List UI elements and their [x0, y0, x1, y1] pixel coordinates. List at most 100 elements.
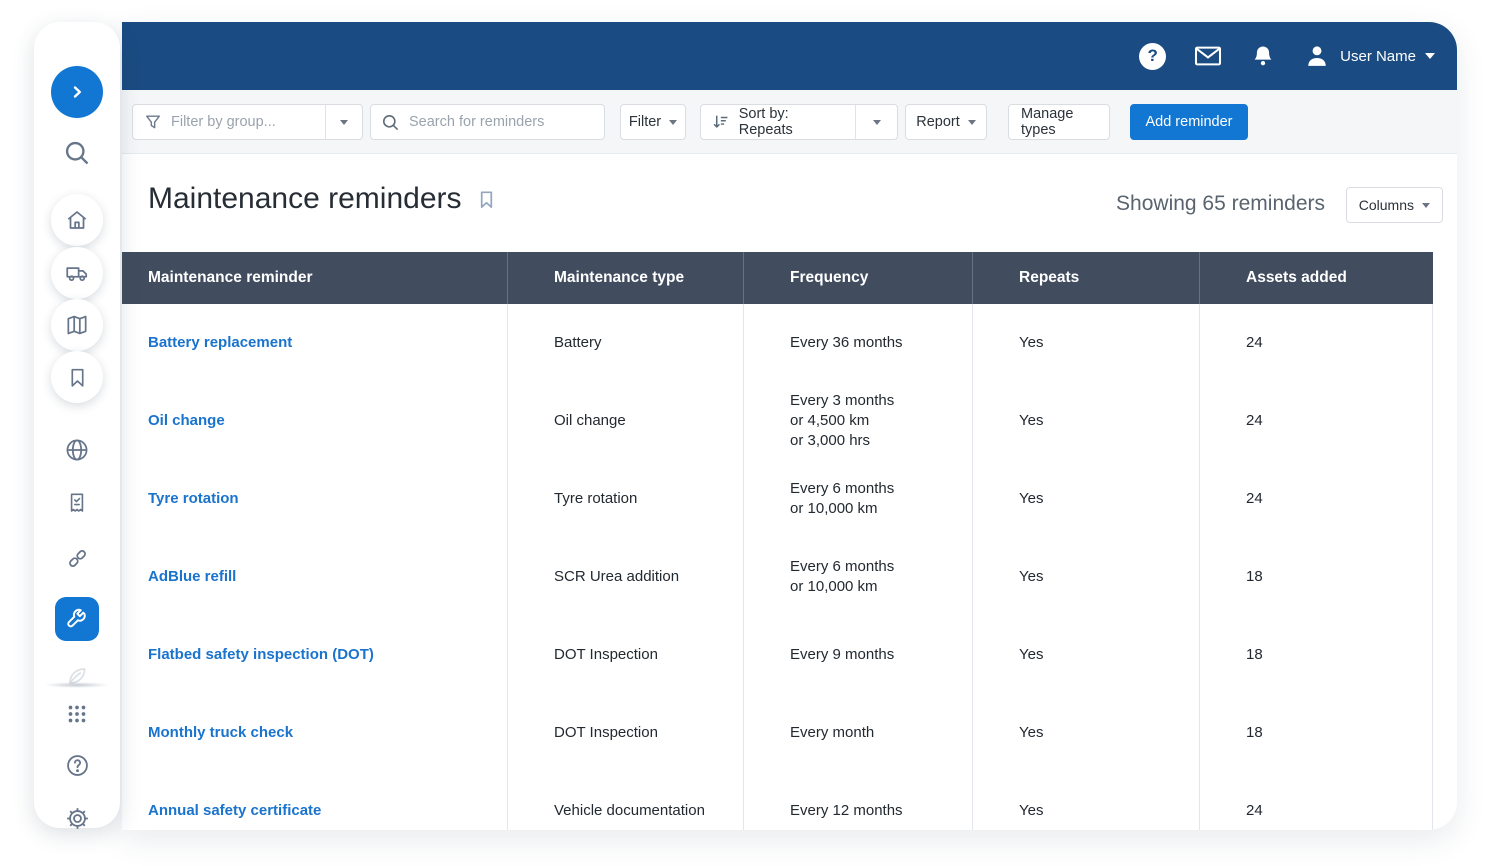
- table-cell: Every 6 months or 10,000 km: [743, 538, 972, 616]
- app-window: ? User Name Filter by group... Search fo…: [122, 22, 1457, 830]
- table-cell: Yes: [972, 772, 1199, 830]
- table-cell: DOT Inspection: [507, 694, 743, 772]
- sort-by-caret[interactable]: [855, 105, 897, 139]
- add-reminder-label: Add reminder: [1145, 114, 1233, 130]
- chevron-down-icon: [1422, 202, 1430, 208]
- repeats-value: Yes: [1019, 412, 1044, 429]
- table-cell: Oil change: [122, 382, 507, 460]
- table-cell: Flatbed safety inspection (DOT): [122, 616, 507, 694]
- filter-by-group-caret[interactable]: [325, 105, 362, 139]
- table-cell: Annual safety certificate: [122, 772, 507, 830]
- repeats-value: Yes: [1019, 490, 1044, 507]
- maintenance-type-value: SCR Urea addition: [554, 568, 680, 585]
- user-name-label: User Name: [1340, 47, 1416, 65]
- manage-types-button[interactable]: Manage types: [1008, 104, 1110, 140]
- frequency-line: or 10,000 km: [790, 578, 878, 595]
- table-cell: Tyre rotation: [507, 460, 743, 538]
- table-row: AdBlue refill SCR Urea addition Every 6 mo…: [122, 538, 1433, 616]
- filter-button-label: Filter: [628, 114, 662, 130]
- column-header[interactable]: Assets added: [1199, 252, 1433, 304]
- frequency-line: Every 9 months: [790, 646, 895, 663]
- assets-added-value: 24: [1246, 334, 1263, 351]
- table-cell: SCR Urea addition: [507, 538, 743, 616]
- bell-icon[interactable]: [1250, 43, 1276, 69]
- table-cell: Every month: [743, 694, 972, 772]
- report-doc-icon[interactable]: [57, 483, 97, 523]
- sort-by-button[interactable]: Sort by: Repeats: [700, 104, 898, 140]
- apps-grid-icon[interactable]: [57, 694, 97, 734]
- bookmark-icon[interactable]: [475, 188, 498, 211]
- repeats-value: Yes: [1019, 802, 1044, 819]
- table-cell: Yes: [972, 538, 1199, 616]
- left-nav-rail: [34, 22, 120, 829]
- repeats-value: Yes: [1019, 646, 1044, 663]
- search-icon: [382, 114, 399, 130]
- map-icon[interactable]: [51, 299, 103, 351]
- column-header[interactable]: Frequency: [743, 252, 972, 304]
- table-cell: 24: [1199, 460, 1433, 538]
- chevron-down-icon: [669, 119, 678, 125]
- table-row: Monthly truck check DOT Inspection Every m…: [122, 694, 1433, 772]
- user-menu[interactable]: User Name: [1303, 42, 1435, 70]
- user-avatar-icon: [1303, 42, 1331, 70]
- table-cell: Battery: [507, 304, 743, 382]
- reminder-name-link[interactable]: AdBlue refill: [148, 567, 507, 587]
- chevron-down-icon: [340, 119, 349, 125]
- reminder-name-link[interactable]: Oil change: [148, 411, 507, 431]
- reminder-name-link[interactable]: Annual safety certificate: [148, 801, 507, 821]
- settings-gear-icon[interactable]: [57, 798, 97, 838]
- report-button-label: Report: [916, 114, 960, 130]
- wrench-icon[interactable]: [55, 597, 99, 641]
- sort-icon: [713, 115, 728, 128]
- table-row: Battery replacement Battery Every 36 month…: [122, 304, 1433, 382]
- leaf-icon[interactable]: [57, 656, 97, 696]
- frequency-line: or 4,500 km: [790, 412, 870, 429]
- reminder-name-link[interactable]: Battery replacement: [148, 333, 507, 353]
- mail-icon[interactable]: [1193, 44, 1223, 68]
- report-button[interactable]: Report: [905, 104, 987, 140]
- page-title: Maintenance reminders: [148, 182, 498, 216]
- maintenance-type-value: Oil change: [554, 412, 626, 429]
- search-placeholder: Search for reminders: [409, 114, 545, 130]
- frequency-line: Every 36 months: [790, 334, 903, 351]
- column-header[interactable]: Maintenance type: [507, 252, 743, 304]
- table-cell: Monthly truck check: [122, 694, 507, 772]
- add-reminder-button[interactable]: Add reminder: [1130, 104, 1248, 140]
- maintenance-type-value: Battery: [554, 334, 602, 351]
- table-cell: Battery replacement: [122, 304, 507, 382]
- frequency-line: Every 6 months: [790, 480, 895, 497]
- globe-icon[interactable]: [57, 430, 97, 470]
- repeats-value: Yes: [1019, 334, 1044, 351]
- column-header[interactable]: Repeats: [972, 252, 1199, 304]
- column-header[interactable]: Maintenance reminder: [122, 252, 507, 304]
- assets-added-value: 18: [1246, 646, 1263, 663]
- filter-button[interactable]: Filter: [620, 104, 686, 140]
- search-icon[interactable]: [57, 133, 97, 173]
- expand-chevron-icon[interactable]: [51, 66, 103, 118]
- help-icon[interactable]: ?: [1139, 42, 1167, 70]
- table-cell: 24: [1199, 382, 1433, 460]
- reminder-name-link[interactable]: Monthly truck check: [148, 723, 507, 743]
- reminder-name-link[interactable]: Flatbed safety inspection (DOT): [148, 645, 507, 665]
- link-icon[interactable]: [57, 538, 97, 578]
- table-cell: Every 12 months: [743, 772, 972, 830]
- help-outline-icon[interactable]: [57, 745, 97, 785]
- search-reminders-input[interactable]: Search for reminders: [370, 104, 605, 140]
- home-icon[interactable]: [51, 194, 103, 246]
- filter-by-group-input[interactable]: Filter by group...: [132, 104, 363, 140]
- table-cell: Yes: [972, 460, 1199, 538]
- table-cell: Every 9 months: [743, 616, 972, 694]
- frequency-line: Every 6 months: [790, 558, 895, 575]
- table-cell: Yes: [972, 304, 1199, 382]
- sort-button-label: Sort by: Repeats: [738, 106, 793, 138]
- reminders-table: Maintenance reminder Maintenance type Freq…: [122, 252, 1433, 830]
- chevron-down-icon: [967, 119, 976, 125]
- toolbar: Filter by group... Search for reminders …: [122, 90, 1457, 154]
- reminder-name-link[interactable]: Tyre rotation: [148, 489, 507, 509]
- table-cell: Every 6 months or 10,000 km: [743, 460, 972, 538]
- maintenance-type-value: Vehicle documentation: [554, 802, 705, 819]
- bookmark-icon[interactable]: [51, 351, 103, 403]
- truck-icon[interactable]: [51, 247, 103, 299]
- table-cell: Yes: [972, 694, 1199, 772]
- columns-button[interactable]: Columns: [1345, 187, 1443, 223]
